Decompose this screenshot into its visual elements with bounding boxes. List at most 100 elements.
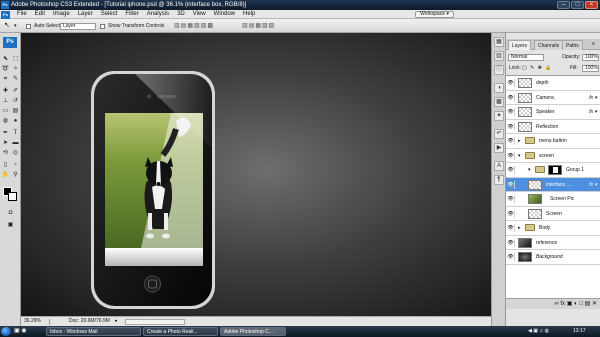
layer-row[interactable]: 👁 reference xyxy=(506,235,600,250)
zoom-level[interactable]: 36.29% xyxy=(24,317,41,326)
status-menu-arrow-icon[interactable]: ▸ xyxy=(115,317,118,326)
visibility-eye-icon[interactable]: 👁 xyxy=(507,253,515,261)
layer-row[interactable]: 👁 Speaker fx ▾ xyxy=(506,105,600,120)
dodge-tool-icon[interactable]: ● xyxy=(11,117,20,125)
menu-view[interactable]: View xyxy=(189,10,210,19)
hand-tool-icon[interactable]: ✋ xyxy=(1,171,10,179)
visibility-eye-icon[interactable]: 👁 xyxy=(507,137,515,145)
history-brush-tool-icon[interactable]: ↺ xyxy=(11,97,20,105)
notes-tool-icon[interactable]: ▯ xyxy=(1,161,10,169)
layer-row[interactable]: 👁 ▾ Group 1 xyxy=(506,163,600,178)
layer-effects-icon[interactable]: fx ▾ xyxy=(589,181,597,189)
lasso-tool-icon[interactable]: ➰ xyxy=(1,65,10,73)
history-panel-icon[interactable]: ↶ xyxy=(494,129,504,139)
move-tool-icon[interactable]: ⬉ xyxy=(1,55,10,63)
align-buttons[interactable]: ▥▤▦▧▨▩ xyxy=(174,23,236,30)
background-color-swatch[interactable] xyxy=(8,192,17,201)
visibility-eye-icon[interactable]: 👁 xyxy=(507,195,515,203)
visibility-eye-icon[interactable]: 👁 xyxy=(507,151,515,160)
magic-wand-tool-icon[interactable]: ✧ xyxy=(11,65,20,73)
menu-help[interactable]: Help xyxy=(239,10,259,19)
screen-mode-icon[interactable]: ▣ xyxy=(6,221,15,229)
group-disclosure-icon[interactable]: ▾ xyxy=(518,153,521,159)
visibility-eye-icon[interactable]: 👁 xyxy=(507,108,515,116)
layer-row[interactable]: 👁 Reflection xyxy=(506,119,600,134)
auto-select-checkbox[interactable] xyxy=(26,24,31,29)
paragraph-panel-icon[interactable]: ¶ xyxy=(494,175,504,185)
slice-tool-icon[interactable]: ✎ xyxy=(11,75,20,83)
menu-analysis[interactable]: Analysis xyxy=(143,10,173,19)
brush-tool-icon[interactable]: ✐ xyxy=(11,87,20,95)
quick-mask-icon[interactable]: ◘ xyxy=(6,209,15,217)
visibility-eye-icon[interactable]: 👁 xyxy=(507,209,515,218)
tray-icons[interactable]: ◀ ▣ ♫ ◍ xyxy=(528,326,549,337)
crop-tool-icon[interactable]: ⌗ xyxy=(1,75,10,83)
layer-effects-icon[interactable]: fx ▾ xyxy=(589,94,597,102)
type-tool-icon[interactable]: T xyxy=(11,129,20,137)
task-windows-mail[interactable]: Inbox - Windows Mail xyxy=(46,327,141,336)
swatches-panel-icon[interactable]: ▩ xyxy=(494,97,504,107)
3d-rotate-tool-icon[interactable]: ⟲ xyxy=(1,149,10,157)
layer-effects-icon[interactable]: fx ▾ xyxy=(589,108,597,116)
tool-preset-chevron-icon[interactable]: ▾ xyxy=(14,19,17,33)
layer-row[interactable]: 👁 interface ... fx ▾ xyxy=(506,177,600,192)
visibility-eye-icon[interactable]: 👁 xyxy=(507,166,515,174)
layer-action-icons[interactable]: ∞ fx ▣ ◐ □ ▤ ✕ xyxy=(554,301,597,307)
gradient-tool-icon[interactable]: ▤ xyxy=(11,107,20,115)
task-browser[interactable]: Create a Photo Reali... xyxy=(143,327,218,336)
pen-tool-icon[interactable]: ✒ xyxy=(1,129,10,137)
marquee-tool-icon[interactable]: ⬚ xyxy=(11,55,20,63)
menu-edit[interactable]: Edit xyxy=(31,10,49,19)
visibility-eye-icon[interactable]: 👁 xyxy=(507,93,515,102)
visibility-eye-icon[interactable]: 👁 xyxy=(507,180,515,189)
layer-row[interactable]: 👁 ▾ screen xyxy=(506,148,600,163)
clone-stamp-tool-icon[interactable]: ⊥ xyxy=(1,97,10,105)
menu-window[interactable]: Window xyxy=(210,10,239,19)
layer-row[interactable]: 👁 Screen xyxy=(506,206,600,221)
layer-row[interactable]: 👁 ▸ menu button xyxy=(506,134,600,149)
eraser-tool-icon[interactable]: ▭ xyxy=(1,107,10,115)
menu-select[interactable]: Select xyxy=(97,10,122,19)
zoom-tool-icon[interactable]: ⚲ xyxy=(11,171,20,179)
document-canvas[interactable] xyxy=(21,33,491,316)
menu-filter[interactable]: Filter xyxy=(121,10,142,19)
move-tool-icon[interactable]: ↖ xyxy=(4,19,10,33)
path-select-tool-icon[interactable]: ➤ xyxy=(1,139,10,147)
layer-row[interactable]: 👁 depth xyxy=(506,76,600,91)
actions-panel-icon[interactable]: ▶ xyxy=(494,143,504,153)
color-panel-icon[interactable]: ◑ xyxy=(494,83,504,93)
show-transform-checkbox[interactable] xyxy=(100,24,105,29)
blur-tool-icon[interactable]: ◍ xyxy=(1,117,10,125)
tab-channels[interactable]: Channels xyxy=(534,40,564,50)
navigator-panel-icon[interactable]: ▦ xyxy=(494,37,504,47)
layer-row[interactable]: 👁 Screen Pic xyxy=(506,192,600,207)
menu-image[interactable]: Image xyxy=(49,10,74,19)
visibility-eye-icon[interactable]: 👁 xyxy=(507,122,515,131)
maximize-button[interactable]: □ xyxy=(571,1,584,9)
character-panel-icon[interactable]: A xyxy=(494,161,504,171)
layer-row[interactable]: 👁 Camera fx ▾ xyxy=(506,90,600,105)
histogram-panel-icon[interactable]: ▥ xyxy=(494,51,504,61)
layer-row[interactable]: 👁 Background xyxy=(506,250,600,265)
start-button[interactable] xyxy=(1,327,11,336)
fill-input[interactable]: 100% xyxy=(582,65,599,72)
group-disclosure-icon[interactable]: ▸ xyxy=(518,225,521,231)
info-panel-icon[interactable]: ⓘ xyxy=(494,65,504,75)
3d-orbit-tool-icon[interactable]: ◎ xyxy=(11,149,20,157)
quicklaunch-icons[interactable]: ▣ ◉ xyxy=(14,326,27,337)
visibility-eye-icon[interactable]: 👁 xyxy=(507,224,515,232)
panel-menu-icon[interactable]: ≡ xyxy=(592,39,595,49)
menu-layer[interactable]: Layer xyxy=(74,10,97,19)
group-disclosure-icon[interactable]: ▾ xyxy=(528,167,531,173)
tab-layers[interactable]: Layers xyxy=(508,40,532,50)
task-photoshop[interactable]: Adobe Photoshop C... xyxy=(220,327,286,336)
layer-row[interactable]: 👁 ▸ Body xyxy=(506,221,600,236)
styles-panel-icon[interactable]: ✦ xyxy=(494,111,504,121)
status-scrollbar[interactable] xyxy=(125,319,185,325)
close-button[interactable]: × xyxy=(585,1,598,9)
distribute-buttons[interactable]: ▥▤▦▧▨ xyxy=(242,23,292,30)
menu-3d[interactable]: 3D xyxy=(173,10,189,19)
healing-tool-icon[interactable]: ✚ xyxy=(1,87,10,95)
group-mask-thumbnail[interactable] xyxy=(548,165,562,175)
visibility-eye-icon[interactable]: 👁 xyxy=(507,238,515,247)
